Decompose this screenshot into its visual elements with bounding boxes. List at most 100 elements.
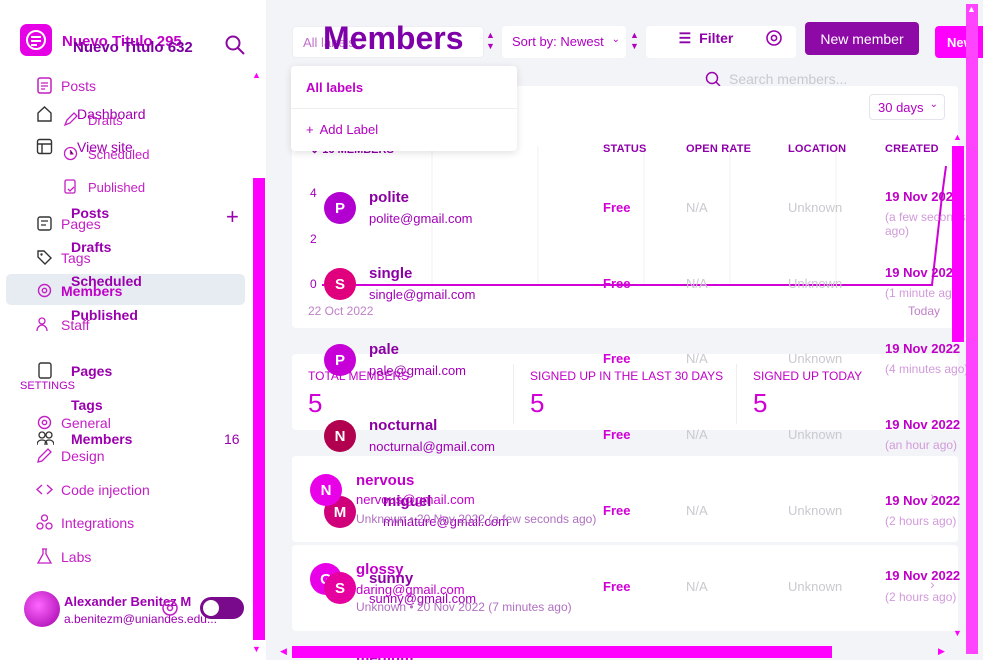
sidebar-item-pages[interactable]: Pages bbox=[71, 363, 112, 379]
member-name[interactable]: single bbox=[369, 265, 412, 282]
sidebar-sub-drafts[interactable]: Drafts bbox=[63, 112, 123, 129]
sort-stepper-2-icon[interactable]: ▲ ▼ bbox=[630, 30, 639, 52]
member-open-rate: N/A bbox=[686, 503, 708, 518]
document-icon bbox=[36, 77, 53, 94]
chevron-right-icon[interactable]: › bbox=[930, 576, 935, 592]
search-icon[interactable] bbox=[224, 34, 246, 61]
sidebar-item-general[interactable]: General bbox=[36, 414, 111, 431]
user-settings-gear-icon[interactable] bbox=[160, 598, 180, 623]
member-name[interactable]: nervous bbox=[356, 472, 414, 489]
chart-start-date: 22 Oct 2022 bbox=[308, 304, 374, 318]
sidebar-item-label: Design bbox=[61, 447, 105, 464]
avatar: S bbox=[324, 268, 356, 300]
sidebar-scrollbar[interactable] bbox=[253, 178, 265, 640]
member-location: Unknown bbox=[788, 427, 843, 442]
stat-divider-2 bbox=[736, 364, 737, 424]
member-location: Unknown bbox=[788, 200, 843, 215]
filter-icon: ☰ bbox=[678, 29, 692, 46]
night-mode-toggle[interactable] bbox=[200, 597, 244, 619]
horizontal-scrollbar[interactable] bbox=[292, 646, 832, 658]
member-created-ago: (4 minutes ago) bbox=[885, 362, 969, 376]
stat-today-label: SIGNED UP TODAY bbox=[753, 369, 863, 383]
sidebar-item-label: Drafts bbox=[88, 113, 123, 128]
member-open-rate: N/A bbox=[686, 427, 708, 442]
sidebar-item-label: Posts bbox=[61, 77, 97, 94]
sidebar-item-drafts[interactable]: Drafts bbox=[71, 239, 111, 255]
avatar: N bbox=[324, 420, 356, 452]
member-email: daring@gmail.com bbox=[356, 582, 465, 597]
sidebar-item-posts-top[interactable]: Posts bbox=[36, 77, 96, 94]
main-content: All labels Members ▲ ▼ Sort by: Newest ⌄ … bbox=[266, 0, 983, 660]
member-name[interactable]: polite bbox=[369, 189, 409, 206]
member-created: 19 Nov 2022 bbox=[885, 341, 961, 356]
member-meta: Unknown • 20 Nov 2022 (7 minutes ago) bbox=[356, 600, 572, 614]
member-created-ago: (2 hours ago) bbox=[885, 514, 957, 528]
label-dropdown-menu: All labels + Add Label bbox=[291, 66, 517, 151]
v-scroll-down-icon[interactable]: ▼ bbox=[953, 628, 962, 638]
member-open-rate: N/A bbox=[686, 200, 708, 215]
sidebar-scroll-down-icon[interactable]: ▼ bbox=[252, 644, 261, 654]
sidebar-item-integrations[interactable]: Integrations bbox=[36, 514, 134, 531]
y-tick-0: 0 bbox=[310, 277, 317, 291]
sidebar-item-members[interactable]: Members bbox=[71, 431, 132, 447]
sort-stepper-icon[interactable]: ▲ ▼ bbox=[486, 30, 495, 52]
member-email: single@gmail.com bbox=[369, 287, 476, 302]
col-status[interactable]: STATUS bbox=[603, 143, 647, 155]
settings-gear-icon bbox=[36, 414, 53, 431]
sidebar-item-posts[interactable]: Posts bbox=[71, 205, 109, 221]
chart-scrollbar[interactable] bbox=[952, 146, 964, 342]
new-member-button[interactable]: New member bbox=[805, 22, 919, 55]
sidebar-item-scheduled[interactable]: Scheduled bbox=[71, 273, 142, 289]
member-meta: Unknown • 20 Nov 2022 (a few seconds ago… bbox=[356, 512, 597, 526]
member-email: nocturnal@gmail.com bbox=[369, 439, 495, 454]
add-label-button[interactable]: + Add Label bbox=[306, 122, 378, 137]
sidebar-item-tags[interactable]: Tags bbox=[71, 397, 103, 413]
chart-end-date: Today bbox=[908, 304, 941, 318]
sidebar-sub-scheduled[interactable]: Scheduled bbox=[63, 146, 149, 163]
add-post-icon[interactable]: + bbox=[226, 204, 239, 230]
member-name[interactable]: pale bbox=[369, 341, 399, 358]
page-scrollbar[interactable] bbox=[966, 4, 978, 654]
filter-label: Filter bbox=[699, 30, 734, 46]
user-avatar[interactable] bbox=[24, 591, 60, 627]
member-name[interactable]: nocturnal bbox=[369, 417, 437, 434]
member-location: Unknown bbox=[788, 579, 843, 594]
search-members-input[interactable]: Search members... bbox=[729, 71, 847, 87]
member-email: pale@gmail.com bbox=[369, 363, 467, 378]
chart-gridlines bbox=[431, 146, 837, 286]
sort-select[interactable]: Sort by: Newest ⌄ bbox=[502, 26, 626, 58]
sort-value: Sort by: Newest bbox=[512, 34, 604, 49]
h-scroll-left-icon[interactable]: ◀ bbox=[280, 646, 287, 657]
col-location[interactable]: LOCATION bbox=[788, 143, 846, 155]
member-created-ago: (2 hours ago) bbox=[885, 590, 957, 604]
page-title: Members bbox=[323, 20, 464, 56]
h-scroll-right-icon[interactable]: ▶ bbox=[938, 646, 945, 657]
member-created-ago: (1 minute ago) bbox=[885, 286, 963, 300]
settings-gear-icon-header[interactable] bbox=[764, 28, 784, 53]
page-scroll-up-icon[interactable]: ▲ bbox=[967, 4, 976, 14]
member-name[interactable]: glossy bbox=[356, 561, 404, 578]
stat-30d-label: SIGNED UP IN THE LAST 30 DAYS bbox=[530, 369, 724, 383]
avatar: N bbox=[310, 474, 342, 506]
site-logo-icon[interactable] bbox=[20, 24, 52, 56]
member-created: 19 Nov 2022 bbox=[885, 417, 961, 432]
stat-divider-1 bbox=[513, 364, 514, 424]
pages-icon bbox=[36, 215, 53, 232]
site-title-duplicate[interactable]: Nuevo Titulo 632 bbox=[73, 39, 193, 56]
stat-30d-value: 5 bbox=[530, 388, 545, 418]
sidebar-sub-published[interactable]: Published bbox=[63, 179, 145, 196]
sidebar-scroll-up-icon[interactable]: ▲ bbox=[252, 70, 261, 80]
sidebar-item-code-injection[interactable]: Code injection bbox=[35, 481, 150, 498]
col-open-rate[interactable]: OPEN RATE bbox=[686, 143, 751, 155]
code-icon bbox=[35, 481, 54, 498]
member-created: 19 Nov 2022 bbox=[885, 493, 961, 508]
sidebar-item-labs[interactable]: Labs bbox=[36, 548, 91, 565]
sidebar-item-design[interactable]: Design bbox=[36, 447, 105, 464]
col-created[interactable]: CREATED bbox=[885, 143, 939, 155]
chevron-right-icon[interactable]: › bbox=[930, 488, 935, 504]
v-scroll-up-icon[interactable]: ▲ bbox=[953, 132, 962, 142]
chevron-down-icon: ⌄ bbox=[611, 34, 620, 45]
filter-button[interactable]: ☰ Filter bbox=[666, 24, 746, 52]
label-option-all[interactable]: All labels bbox=[306, 80, 363, 95]
sidebar-item-published[interactable]: Published bbox=[71, 307, 138, 323]
